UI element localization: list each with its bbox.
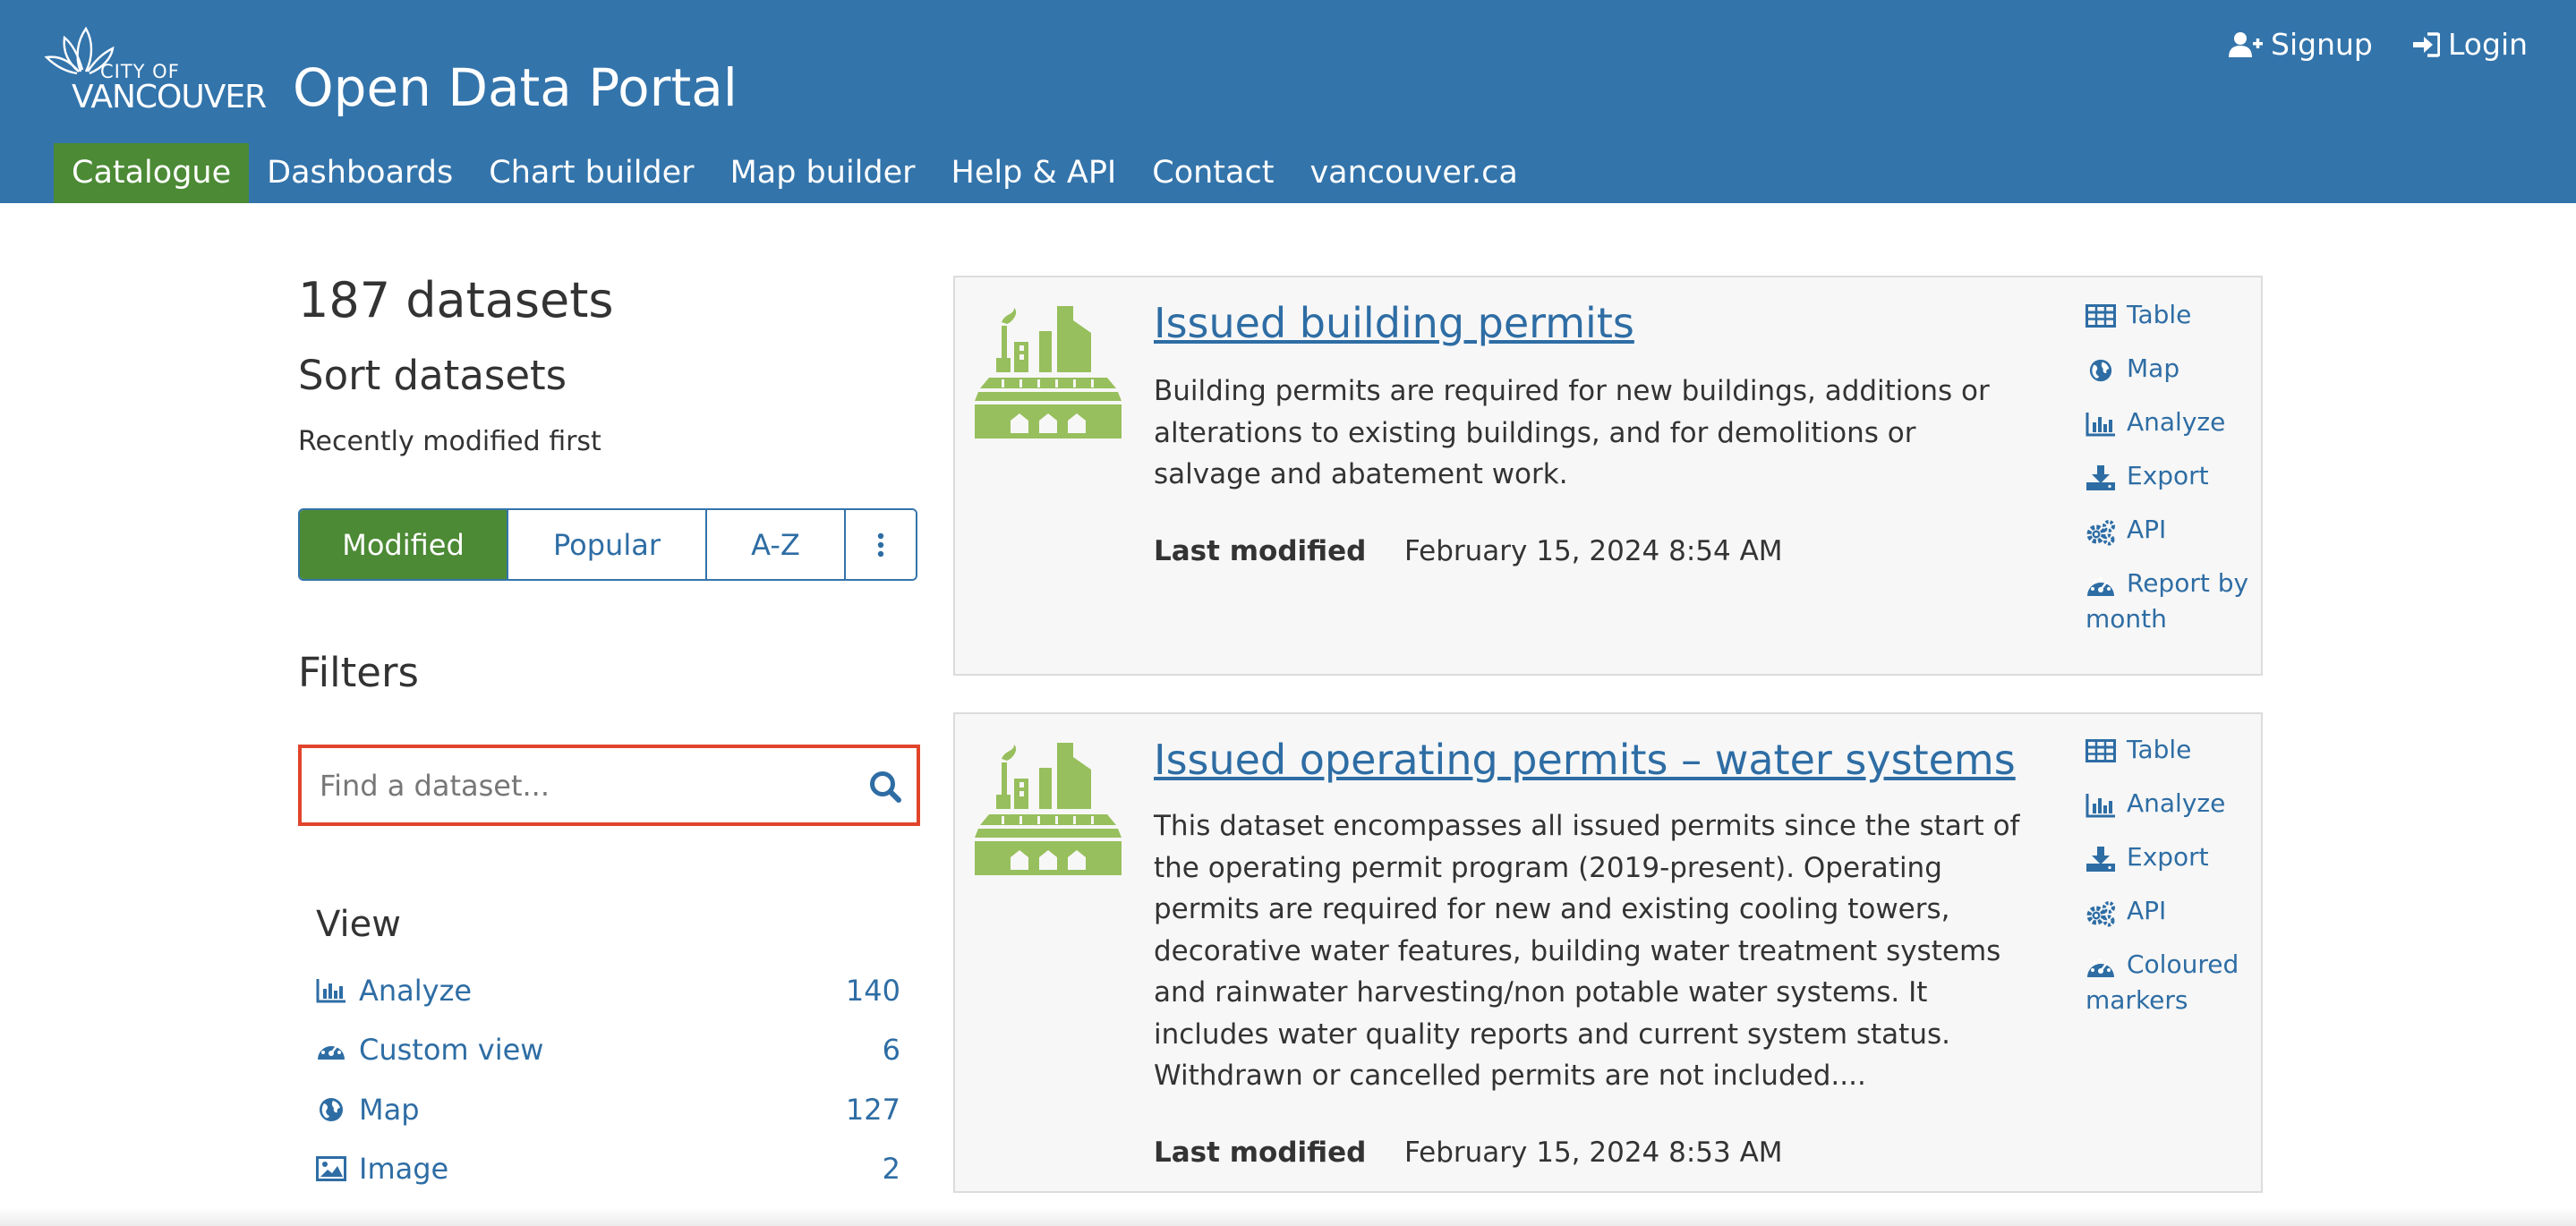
more-vertical-icon [877,532,884,557]
action-analyze[interactable]: Analyze [2086,786,2256,822]
view-filter-count: 140 [845,974,900,1008]
signup-label: Signup [2271,27,2373,62]
action-export[interactable]: Export [2086,458,2256,494]
dataset-description: Building permits are required for new bu… [1154,375,1990,490]
globe-icon [320,1098,343,1121]
view-filter-label: Image [359,1152,449,1186]
view-filter-label: Map [359,1093,420,1127]
view-heading: View [316,904,401,945]
bar-chart-icon [316,979,345,1003]
view-filter-image[interactable]: Image 2 [316,1146,900,1191]
login-label: Login [2448,27,2529,62]
signup-link[interactable]: Signup [2229,27,2373,62]
nav-chart-builder[interactable]: Chart builder [471,143,712,203]
action-table[interactable]: Table [2086,732,2256,768]
bar-chart-icon [2086,413,2115,437]
city-buildings-icon[interactable] [975,295,1122,442]
action-label: Table [2127,735,2192,764]
action-label: Export [2127,461,2209,490]
dataset-title-link[interactable]: Issued building permits [1154,299,1634,347]
city-buildings-icon[interactable] [975,732,1122,879]
image-icon [316,1156,346,1181]
action-table[interactable]: Table [2086,297,2256,333]
gears-icon [2086,901,2115,927]
view-filter-map[interactable]: Map 127 [316,1087,900,1132]
page-bottom-shadow [0,1208,2576,1226]
search-input[interactable] [320,748,848,822]
action-report-by-month[interactable]: Report by month [2086,566,2256,637]
action-api[interactable]: API [2086,512,2256,548]
table-icon [2086,739,2116,762]
sort-popular-button[interactable]: Popular [508,510,707,579]
bar-chart-icon [2086,794,2115,818]
action-analyze[interactable]: Analyze [2086,404,2256,440]
last-modified-value: February 15, 2024 8:54 AM [1404,535,1783,567]
dataset-actions: Table Map Analyze Export API Report by m… [2086,297,2256,655]
sort-modified-button[interactable]: Modified [300,510,508,579]
dataset-description: This dataset encompasses all issued perm… [1154,810,2020,1092]
action-label: Map [2127,353,2180,383]
action-coloured-markers[interactable]: Coloured markers [2086,947,2256,1018]
sort-description: Recently modified first [298,426,601,457]
dataset-card: Issued building permits Building permits… [953,276,2263,676]
portal-title[interactable]: Open Data Portal [293,57,738,118]
action-label: Export [2127,842,2209,872]
sort-heading: Sort datasets [298,352,567,399]
nav-vancouver-ca[interactable]: vancouver.ca [1292,143,1535,203]
filters-heading: Filters [298,649,419,696]
view-filter-label: Analyze [359,974,473,1008]
action-label: API [2127,896,2167,925]
view-filter-custom-view[interactable]: Custom view 6 [316,1027,900,1072]
view-filter-label: Custom view [359,1033,544,1067]
nav-help-api[interactable]: Help & API [934,143,1135,203]
nav-contact[interactable]: Contact [1134,143,1292,203]
last-modified-label: Last modified [1154,535,1367,567]
action-label: API [2127,515,2167,544]
action-label: Table [2127,300,2192,329]
sign-in-icon [2413,31,2440,57]
view-filter-count: 6 [882,1033,900,1067]
view-filter-count: 127 [845,1093,900,1127]
dashboard-icon [318,1041,345,1060]
action-label: Analyze [2127,407,2226,437]
search-icon[interactable] [868,770,902,804]
city-of-vancouver-logo[interactable]: CITY OF VANCOUVER [43,25,267,115]
nav-dashboards[interactable]: Dashboards [249,143,471,203]
nav-map-builder[interactable]: Map builder [712,143,934,203]
logo-text-vancouver: VANCOUVER [72,79,267,115]
dashboard-icon [2087,958,2114,977]
user-plus-icon [2229,31,2263,57]
dataset-count: 187 datasets [298,272,614,328]
site-header: CITY OF VANCOUVER Open Data Portal Signu… [0,0,2576,203]
table-icon [2086,304,2116,328]
login-link[interactable]: Login [2413,27,2528,62]
dataset-search-box [298,745,920,826]
main-nav: Catalogue Dashboards Chart builder Map b… [54,143,1536,203]
view-filter-analyze[interactable]: Analyze 140 [316,968,900,1013]
nav-catalogue[interactable]: Catalogue [54,143,250,203]
action-export[interactable]: Export [2086,839,2256,875]
gears-icon [2086,520,2115,546]
dataset-card: Issued operating permits – water systems… [953,712,2263,1193]
action-map[interactable]: Map [2086,351,2256,387]
dashboard-icon [2087,577,2114,596]
sort-more-button[interactable] [846,510,916,579]
download-icon [2086,847,2115,872]
action-label: Analyze [2127,788,2226,818]
globe-icon [2089,359,2112,382]
dataset-title-link[interactable]: Issued operating permits – water systems [1154,736,2016,784]
dataset-actions: Table Analyze Export API Coloured marker… [2086,732,2256,1036]
sort-az-button[interactable]: A-Z [707,510,846,579]
last-modified-value: February 15, 2024 8:53 AM [1404,1137,1783,1169]
sort-button-group: Modified Popular A-Z [298,508,917,581]
action-api[interactable]: API [2086,893,2256,929]
download-icon [2086,465,2115,490]
last-modified-label: Last modified [1154,1137,1367,1169]
view-filter-count: 2 [882,1152,900,1186]
